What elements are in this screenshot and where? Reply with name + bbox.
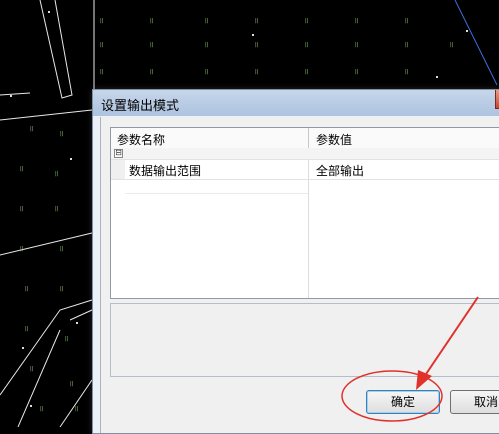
svg-text:||: || [305, 69, 309, 75]
svg-text:||: || [55, 171, 59, 177]
description-panel [110, 303, 499, 377]
svg-text:||: || [55, 206, 59, 212]
table-row[interactable]: 数据输出范围 全部输出 [111, 160, 499, 180]
column-header-param-name[interactable]: 参数名称 [117, 131, 165, 148]
map-parcel-line [69, 309, 93, 321]
close-button[interactable] [495, 90, 499, 109]
row-indent [111, 160, 125, 179]
map-point-marker [466, 30, 468, 32]
svg-text:||: || [20, 166, 24, 172]
svg-text:||: || [405, 69, 409, 75]
svg-text:||: || [65, 336, 69, 342]
dialog-titlebar[interactable]: 设置输出模式 [93, 90, 499, 116]
svg-text:||: || [205, 69, 209, 75]
svg-text:||: || [150, 42, 154, 48]
map-point-marker [76, 322, 78, 324]
map-point-marker [252, 34, 254, 36]
svg-text:||: || [30, 126, 34, 132]
svg-text:||: || [150, 69, 154, 75]
output-mode-dialog: 设置输出模式 参数名称 参数值 ⊟ 数据输出范围 全部输出 确定 取消 [92, 89, 499, 434]
svg-text:||: || [205, 42, 209, 48]
svg-text:||: || [20, 246, 24, 252]
map-parcel-line [0, 109, 93, 121]
cancel-button[interactable]: 取消 [450, 390, 499, 414]
empty-row [125, 180, 308, 194]
property-grid: 参数名称 参数值 ⊟ 数据输出范围 全部输出 [110, 127, 499, 299]
svg-text:||: || [255, 42, 259, 48]
map-parcel-line [17, 329, 61, 427]
svg-text:||: || [450, 42, 454, 48]
param-name-cell: 数据输出范围 [129, 164, 202, 178]
map-highlight-line [454, 0, 498, 86]
svg-text:||: || [405, 18, 409, 24]
grid-header: 参数名称 参数值 [111, 128, 499, 149]
svg-text:||: || [60, 246, 64, 252]
svg-text:||: || [40, 406, 44, 412]
ok-button[interactable]: 确定 [366, 390, 440, 414]
map-point-marker [436, 76, 438, 78]
map-parcel-line [39, 0, 73, 99]
svg-text:||: || [25, 326, 29, 332]
map-parcel-line [0, 92, 31, 96]
map-parcel-line [0, 299, 93, 396]
svg-text:||: || [100, 18, 104, 24]
group-row[interactable]: ⊟ [111, 148, 499, 160]
svg-text:||: || [100, 42, 104, 48]
svg-text:||: || [75, 406, 79, 412]
map-point-marker [70, 158, 72, 160]
column-divider[interactable] [308, 128, 309, 148]
dialog-content: 参数名称 参数值 ⊟ 数据输出范围 全部输出 确定 取消 [100, 117, 499, 433]
column-header-param-value[interactable]: 参数值 [316, 131, 352, 148]
svg-text:||: || [150, 18, 154, 24]
map-point-marker [30, 405, 32, 407]
svg-text:||: || [70, 381, 74, 387]
map-point-marker [22, 347, 24, 349]
collapse-icon[interactable]: ⊟ [114, 149, 123, 158]
svg-text:||: || [100, 69, 104, 75]
svg-text:||: || [60, 286, 64, 292]
svg-text:||: || [355, 69, 359, 75]
svg-text:||: || [30, 366, 34, 372]
map-parcel-line [0, 232, 93, 256]
svg-text:||: || [255, 69, 259, 75]
svg-text:||: || [205, 18, 209, 24]
param-value-cell[interactable]: 全部输出 [316, 162, 364, 179]
svg-text:||: || [305, 42, 309, 48]
map-point-marker [10, 95, 12, 97]
svg-text:||: || [255, 18, 259, 24]
svg-text:||: || [355, 42, 359, 48]
svg-text:||: || [355, 18, 359, 24]
svg-text:||: || [20, 206, 24, 212]
map-parcel-line [59, 379, 93, 427]
map-point-marker [48, 11, 50, 13]
svg-text:||: || [405, 42, 409, 48]
svg-text:||: || [60, 131, 64, 137]
svg-text:||: || [305, 18, 309, 24]
svg-text:||: || [25, 286, 29, 292]
dialog-title: 设置输出模式 [101, 99, 180, 114]
